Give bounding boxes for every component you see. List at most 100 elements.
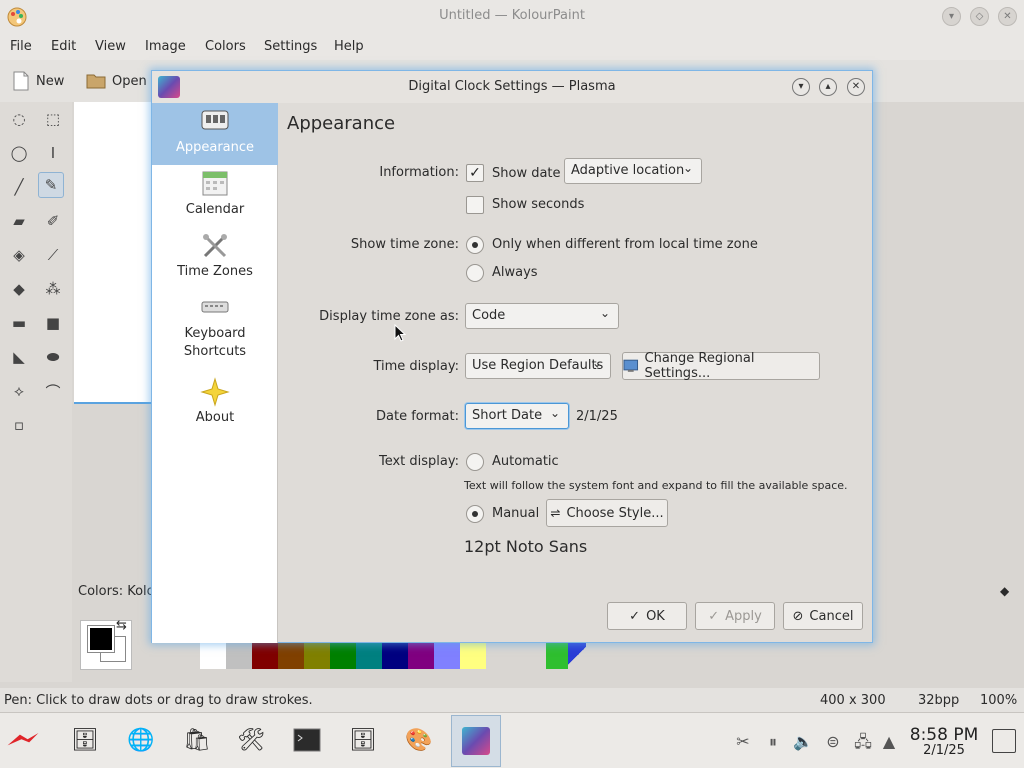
text-automatic-label: Automatic <box>492 454 559 469</box>
menu-file[interactable]: File <box>10 39 32 54</box>
ellipse-icon[interactable]: ⬬ <box>40 344 66 370</box>
volume-icon[interactable]: 🔈 <box>792 731 814 753</box>
kolourpaint-task-icon[interactable]: 🎨 <box>402 723 436 757</box>
palette-swatch[interactable] <box>330 643 356 669</box>
sidebar-item-keyboard-shortcuts[interactable]: Keyboard Shortcuts <box>152 289 278 369</box>
tz-always-radio[interactable] <box>466 264 484 282</box>
clock-time[interactable]: 8:58 PM <box>902 725 986 745</box>
date-location-select[interactable]: Adaptive location ⌄ <box>564 158 702 184</box>
kolourpaint-window-title: Untitled — KolourPaint <box>439 8 585 23</box>
line-tool-icon[interactable]: ╱ <box>6 174 32 200</box>
app-launcher-icon[interactable] <box>6 723 40 757</box>
menu-view[interactable]: View <box>95 39 126 54</box>
browser-icon[interactable]: 🌐 <box>124 723 158 757</box>
menu-edit[interactable]: Edit <box>51 39 76 54</box>
tray-expand-icon[interactable]: ▲ <box>878 731 900 753</box>
sidebar-item-appearance[interactable]: Appearance <box>152 103 278 165</box>
menu-colors[interactable]: Colors <box>205 39 246 54</box>
cancel-button[interactable]: ⊘ Cancel <box>783 602 863 630</box>
display-tz-select[interactable]: Code ⌄ <box>465 303 619 329</box>
date-format-select[interactable]: Short Date ⌄ <box>465 403 569 429</box>
time-display-select[interactable]: Use Region Defaults ⌄ <box>465 353 611 379</box>
terminal-icon[interactable] <box>290 723 324 757</box>
palette-swatch[interactable] <box>568 643 586 669</box>
calendar-icon <box>200 169 230 199</box>
spraycan-icon[interactable]: ⁂ <box>40 276 66 302</box>
minimize-icon[interactable]: ▾ <box>792 78 810 96</box>
palette-swatch[interactable] <box>408 643 434 669</box>
choose-style-button[interactable]: ⇌ Choose Style... <box>546 499 668 527</box>
text-automatic-radio[interactable] <box>466 453 484 471</box>
polyline-icon[interactable]: ⟡ <box>6 378 32 404</box>
fill-icon[interactable]: ◈ <box>6 242 32 268</box>
close-icon[interactable]: ✕ <box>998 7 1017 26</box>
close-icon[interactable]: ✕ <box>847 78 865 96</box>
file-manager-icon[interactable]: 🗄 <box>68 723 102 757</box>
apply-button[interactable]: ✓ Apply <box>695 602 775 630</box>
color-picker-icon[interactable]: ⟋ <box>40 242 66 268</box>
new-button[interactable]: New <box>12 70 64 92</box>
network-globe-icon[interactable]: ⊜ <box>822 731 844 753</box>
palette-swatch[interactable] <box>382 643 408 669</box>
minimize-icon[interactable]: ▾ <box>942 7 961 26</box>
rounded-rect-icon[interactable]: ▬ <box>6 310 32 336</box>
pen-tool-icon[interactable]: ✎ <box>38 172 64 198</box>
ok-button[interactable]: ✓ OK <box>607 602 687 630</box>
rect-select-icon[interactable]: ⬚ <box>40 106 66 132</box>
ellipse-select-icon[interactable]: ◯ <box>6 140 32 166</box>
brush-icon[interactable]: ✐ <box>40 208 66 234</box>
sidebar-item-time-zones[interactable]: Time Zones <box>152 227 278 289</box>
palette-swatch[interactable] <box>304 643 330 669</box>
show-date-checkbox[interactable]: ✓ <box>466 164 484 182</box>
polygon-icon[interactable]: ◣ <box>6 344 32 370</box>
palette-swatch[interactable] <box>252 643 278 669</box>
clock-settings-task-icon[interactable] <box>451 715 501 767</box>
sidebar-item-about[interactable]: About <box>152 373 278 435</box>
archive-icon[interactable]: 🗄 <box>346 723 380 757</box>
change-regional-settings-button[interactable]: Change Regional Settings... <box>622 351 820 381</box>
cancel-label: Cancel <box>809 608 854 624</box>
expand-icon[interactable]: ◆ <box>1000 584 1009 598</box>
date-format-label: Date format: <box>376 409 459 424</box>
dialog-titlebar[interactable]: Digital Clock Settings — Plasma ▾ ▴ ✕ <box>152 71 872 103</box>
open-button[interactable]: Open <box>86 70 147 92</box>
maximize-icon[interactable]: ▴ <box>819 78 837 96</box>
chevron-down-icon: ⌄ <box>591 356 602 370</box>
menu-image[interactable]: Image <box>145 39 186 54</box>
kolourpaint-menubar: File Edit View Image Colors Settings Hel… <box>0 34 1024 60</box>
discover-icon[interactable]: 🛍 <box>180 723 214 757</box>
pause-icon[interactable]: ⏸ <box>762 731 784 753</box>
eraser-icon[interactable]: ▰ <box>6 208 32 234</box>
palette-swatch[interactable] <box>226 643 252 669</box>
rectangle-icon[interactable]: ■ <box>40 310 66 336</box>
show-desktop-button[interactable] <box>992 729 1016 753</box>
palette-swatch[interactable] <box>434 643 460 669</box>
free-select-icon[interactable]: ◌ <box>6 106 32 132</box>
drawing-canvas[interactable] <box>74 102 154 404</box>
scissors-icon[interactable]: ✂ <box>732 731 754 753</box>
palette-swatch[interactable] <box>356 643 382 669</box>
palette-swatch[interactable] <box>460 643 486 669</box>
palette-swatch[interactable] <box>278 643 304 669</box>
foreground-color-swatch[interactable] <box>87 625 115 653</box>
text-tool-icon[interactable]: Ⅰ <box>40 140 66 166</box>
clock-date[interactable]: 2/1/25 <box>902 743 986 758</box>
palette-swatch[interactable] <box>200 643 226 669</box>
menu-help[interactable]: Help <box>334 39 364 54</box>
text-manual-radio[interactable] <box>466 505 484 523</box>
curve-icon[interactable]: ⌒ <box>40 378 66 404</box>
palette-swatch[interactable] <box>546 643 568 669</box>
tz-only-different-radio[interactable] <box>466 236 484 254</box>
sliders-icon: ⇌ <box>550 506 561 520</box>
sidebar-label: Calendar <box>185 202 245 217</box>
system-settings-icon[interactable]: 🛠 <box>234 723 268 757</box>
show-seconds-checkbox[interactable] <box>466 196 484 214</box>
small-tool-icon[interactable]: ▫ <box>6 412 32 438</box>
sidebar-item-calendar[interactable]: Calendar <box>152 165 278 227</box>
maximize-icon[interactable]: ◇ <box>970 7 989 26</box>
menu-settings[interactable]: Settings <box>264 39 317 54</box>
network-wired-icon[interactable]: 🖧 <box>852 731 874 753</box>
color-eraser-icon[interactable]: ◆ <box>6 276 32 302</box>
time-display-value: Use Region Defaults <box>472 358 604 373</box>
swap-colors-icon[interactable]: ⇆ <box>116 618 127 633</box>
